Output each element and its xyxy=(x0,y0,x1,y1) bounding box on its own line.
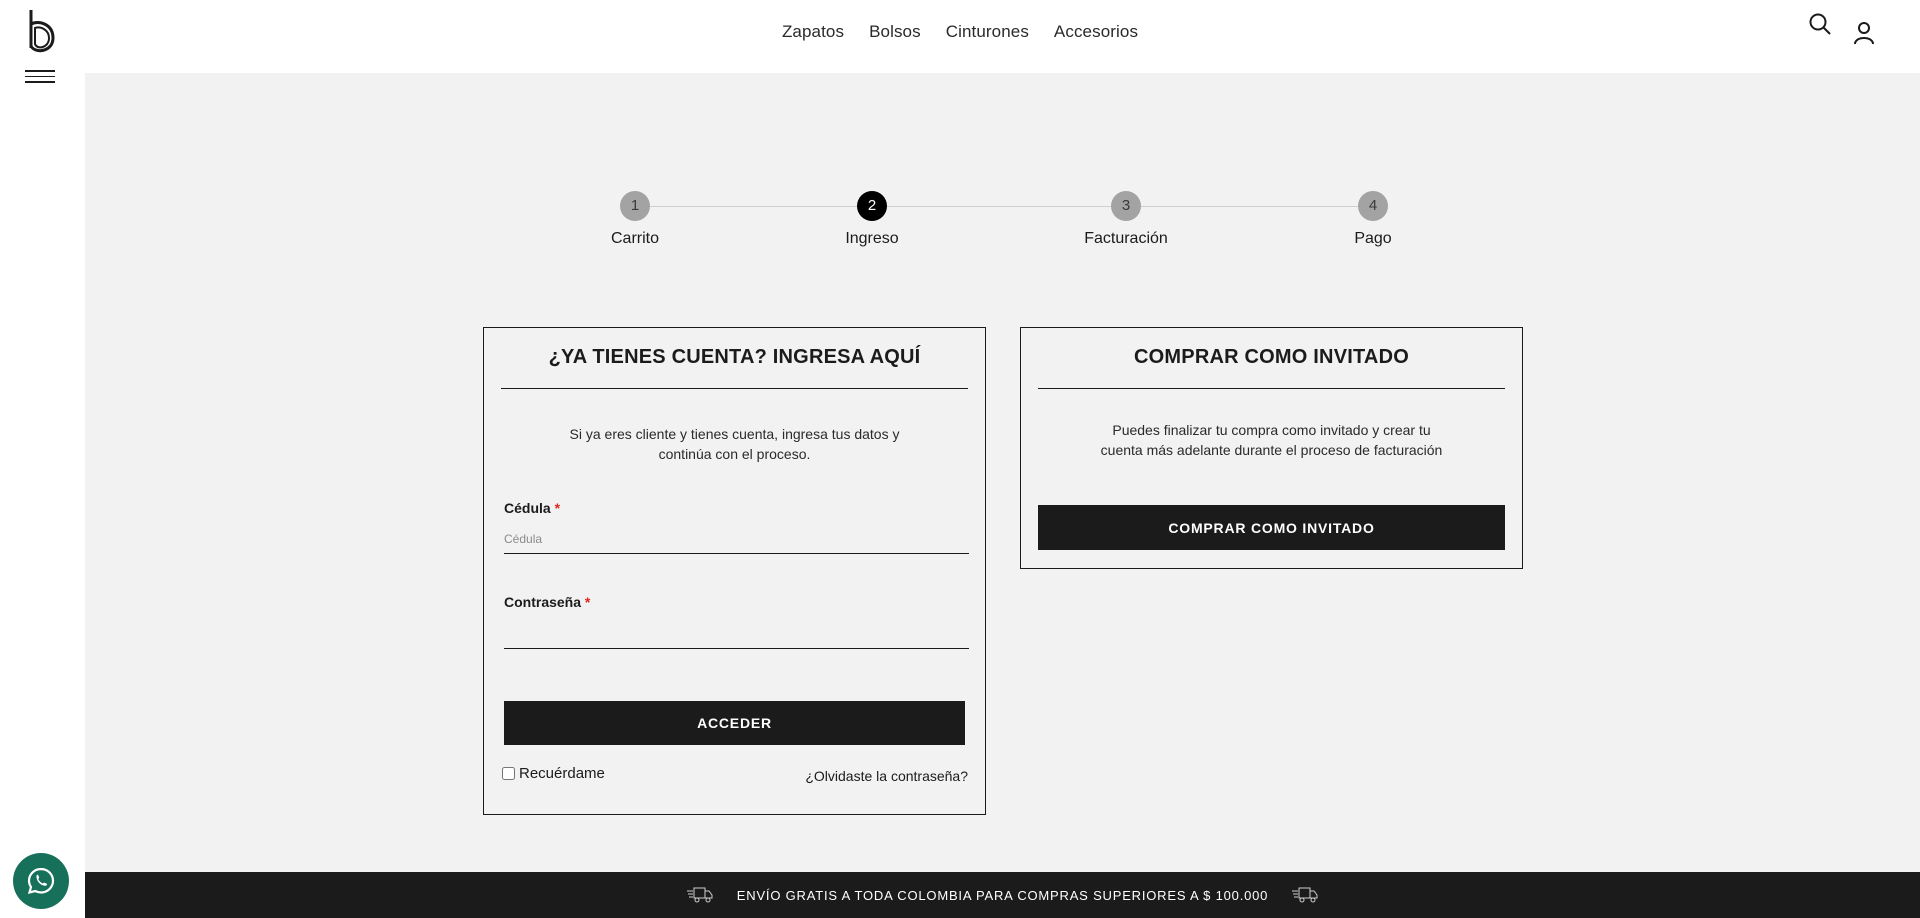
login-divider xyxy=(501,388,968,389)
guest-description-line: cuenta más adelante durante el proceso d… xyxy=(1100,442,1443,458)
step-number: 3 xyxy=(1111,191,1141,221)
stepper-line xyxy=(635,206,1373,207)
hamburger-icon[interactable] xyxy=(25,70,55,84)
guest-divider xyxy=(1038,388,1505,389)
nav-item-cinturones[interactable]: Cinturones xyxy=(946,22,1029,42)
hamburger-line xyxy=(25,81,55,83)
shipping-banner: ENVÍO GRATIS A TODA COLOMBIA PARA COMPRA… xyxy=(85,872,1920,918)
forgot-password-link[interactable]: ¿Olvidaste la contraseña? xyxy=(805,768,968,784)
required-mark: * xyxy=(584,594,591,610)
step-label: Ingreso xyxy=(845,230,899,247)
step-ingreso: 2 Ingreso xyxy=(812,191,932,248)
guest-title: COMPRAR COMO INVITADO xyxy=(1134,346,1409,368)
truck-icon xyxy=(1292,887,1318,903)
cedula-label-text: Cédula xyxy=(504,500,551,516)
whatsapp-icon xyxy=(27,867,55,895)
step-label: Pago xyxy=(1354,230,1392,247)
nav-item-accesorios[interactable]: Accesorios xyxy=(1054,22,1138,42)
step-number: 2 xyxy=(857,191,887,221)
remember-label: Recuérdame xyxy=(519,765,605,782)
guest-checkout-button[interactable]: COMPRAR COMO INVITADO xyxy=(1038,505,1505,550)
login-box: ¿YA TIENES CUENTA? INGRESA AQUÍ Si ya er… xyxy=(483,327,986,815)
nav-item-bolsos[interactable]: Bolsos xyxy=(869,22,921,42)
search-icon[interactable] xyxy=(1808,12,1832,36)
login-description-line: continúa con el proceso. xyxy=(658,446,811,462)
remember-checkbox[interactable] xyxy=(502,767,515,780)
login-submit-button[interactable]: ACCEDER xyxy=(504,701,965,745)
truck-icon xyxy=(686,887,713,903)
step-label: Facturación xyxy=(1084,230,1168,247)
login-description-line: Si ya eres cliente y tienes cuenta, ingr… xyxy=(569,426,900,442)
guest-box: COMPRAR COMO INVITADO Puedes finalizar t… xyxy=(1020,327,1523,569)
password-label: Contraseña * xyxy=(504,594,590,610)
guest-description: Puedes finalizar tu compra como invitado… xyxy=(1021,420,1522,460)
user-icon[interactable] xyxy=(1852,20,1876,46)
site-header: Zapatos Bolsos Cinturones Accesorios xyxy=(0,0,1920,73)
login-description: Si ya eres cliente y tienes cuenta, ingr… xyxy=(484,424,985,464)
nav-item-zapatos[interactable]: Zapatos xyxy=(782,22,844,42)
step-label: Carrito xyxy=(610,230,659,247)
shipping-banner-text: ENVÍO GRATIS A TODA COLOMBIA PARA COMPRA… xyxy=(736,887,1269,903)
step-number: 4 xyxy=(1358,191,1388,221)
password-label-text: Contraseña xyxy=(504,594,582,610)
login-title: ¿YA TIENES CUENTA? INGRESA AQUÍ xyxy=(548,346,921,368)
checkout-content xyxy=(85,73,1920,873)
step-carrito: 1 Carrito xyxy=(575,191,695,248)
step-facturacion: 3 Facturación xyxy=(1066,191,1186,248)
cedula-label: Cédula * xyxy=(504,500,560,516)
remember-me[interactable]: Recuérdame xyxy=(502,765,605,782)
hamburger-line xyxy=(25,70,55,72)
step-pago: 4 Pago xyxy=(1313,191,1433,248)
required-mark: * xyxy=(554,500,561,516)
cedula-input[interactable] xyxy=(504,524,969,554)
step-number: 1 xyxy=(620,191,650,221)
hamburger-line xyxy=(25,75,55,77)
whatsapp-button[interactable] xyxy=(13,853,69,909)
guest-description-line: Puedes finalizar tu compra como invitado… xyxy=(1112,422,1431,438)
main-nav: Zapatos Bolsos Cinturones Accesorios xyxy=(0,22,1920,42)
password-input[interactable] xyxy=(504,619,969,649)
